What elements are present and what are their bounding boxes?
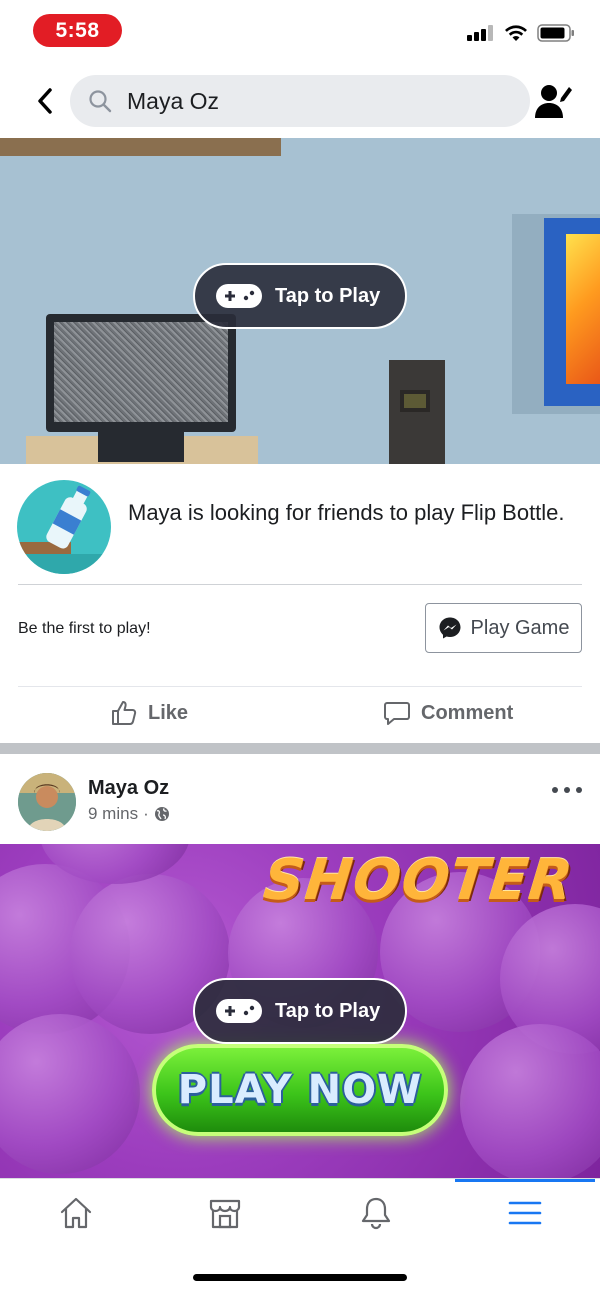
scene-shelf xyxy=(0,138,281,156)
profile-edit-button[interactable] xyxy=(534,82,574,120)
scene-speaker-woofer xyxy=(400,390,430,412)
tap-to-play-label: Tap to Play xyxy=(275,999,381,1022)
like-label: Like xyxy=(148,701,189,724)
messenger-icon xyxy=(439,617,461,639)
feed-separator xyxy=(0,743,600,754)
nav-menu[interactable] xyxy=(505,1193,545,1233)
comment-button[interactable]: Comment xyxy=(383,699,513,727)
active-tab-indicator xyxy=(455,1179,595,1182)
home-indicator[interactable] xyxy=(193,1274,407,1281)
home-icon xyxy=(60,1197,92,1229)
meta-separator: · xyxy=(143,804,149,823)
signal-icon xyxy=(467,25,493,41)
back-button[interactable] xyxy=(30,86,60,116)
game-title-art: SHOOTER xyxy=(260,848,577,913)
thumbs-up-icon xyxy=(112,701,137,725)
dot xyxy=(564,787,570,793)
dot xyxy=(576,787,582,793)
avatar-photo xyxy=(18,773,76,831)
play-row: Be the first to play! Play Game xyxy=(0,585,600,685)
scene-tv xyxy=(46,314,236,432)
flip-bottle-game-icon[interactable] xyxy=(17,480,111,574)
status-bar: 5:58 xyxy=(0,0,600,62)
wifi-icon xyxy=(505,24,527,41)
play-game-button[interactable]: Play Game xyxy=(425,603,582,653)
like-button[interactable]: Like xyxy=(110,699,188,727)
bottle-icon xyxy=(17,485,111,574)
play-game-label: Play Game xyxy=(470,616,570,639)
status-time: 5:58 xyxy=(33,14,122,47)
dot xyxy=(552,787,558,793)
search-query: Maya Oz xyxy=(127,87,220,114)
post-header: Maya Oz 9 mins · xyxy=(0,754,600,844)
menu-icon xyxy=(508,1201,542,1225)
first-to-play-text: Be the first to play! xyxy=(18,620,151,637)
bubble xyxy=(0,1014,140,1174)
game-banner-flip-bottle[interactable]: Tap to Play xyxy=(0,138,600,464)
game-banner-bubble-shooter[interactable]: SHOOTER PLAY NOW Tap to Play xyxy=(0,844,600,1178)
comment-label: Comment xyxy=(421,701,514,724)
nav-notifications[interactable] xyxy=(356,1193,396,1233)
back-arrow-icon xyxy=(38,88,52,114)
scene-tv-stand xyxy=(98,432,184,462)
scene-picture-art xyxy=(566,234,600,384)
status-icons xyxy=(467,24,575,42)
globe-icon xyxy=(154,807,169,821)
search-header: Maya Oz xyxy=(0,62,600,138)
post-time: 9 mins xyxy=(88,804,139,823)
avatar[interactable] xyxy=(18,773,76,831)
profile-edit-icon xyxy=(535,85,572,118)
tap-to-play-label: Tap to Play xyxy=(275,284,381,307)
marketplace-icon xyxy=(209,1199,241,1229)
game-controller-icon xyxy=(216,999,262,1023)
game-invite-row: Maya is looking for friends to play Flip… xyxy=(0,464,600,584)
tap-to-play-button[interactable]: Tap to Play xyxy=(193,263,407,329)
search-icon xyxy=(89,90,112,113)
game-controller-icon xyxy=(216,284,262,308)
play-now-label: PLAY NOW xyxy=(177,1067,423,1113)
battery-icon xyxy=(537,24,574,42)
scene-speaker xyxy=(389,360,445,464)
play-now-button[interactable]: PLAY NOW xyxy=(152,1044,448,1136)
post-author[interactable]: Maya Oz xyxy=(88,777,169,800)
nav-home[interactable] xyxy=(56,1193,96,1233)
more-options-button[interactable] xyxy=(552,784,582,796)
tap-to-play-button[interactable]: Tap to Play xyxy=(193,978,407,1044)
reaction-row: Like Comment xyxy=(0,687,600,743)
search-input[interactable]: Maya Oz xyxy=(70,75,530,127)
invite-text: Maya is looking for friends to play Flip… xyxy=(128,500,565,525)
nav-marketplace[interactable] xyxy=(205,1193,245,1233)
post-meta: 9 mins · xyxy=(88,804,170,824)
comment-icon xyxy=(384,702,410,725)
notifications-icon xyxy=(361,1197,391,1230)
bubble xyxy=(460,1024,600,1178)
